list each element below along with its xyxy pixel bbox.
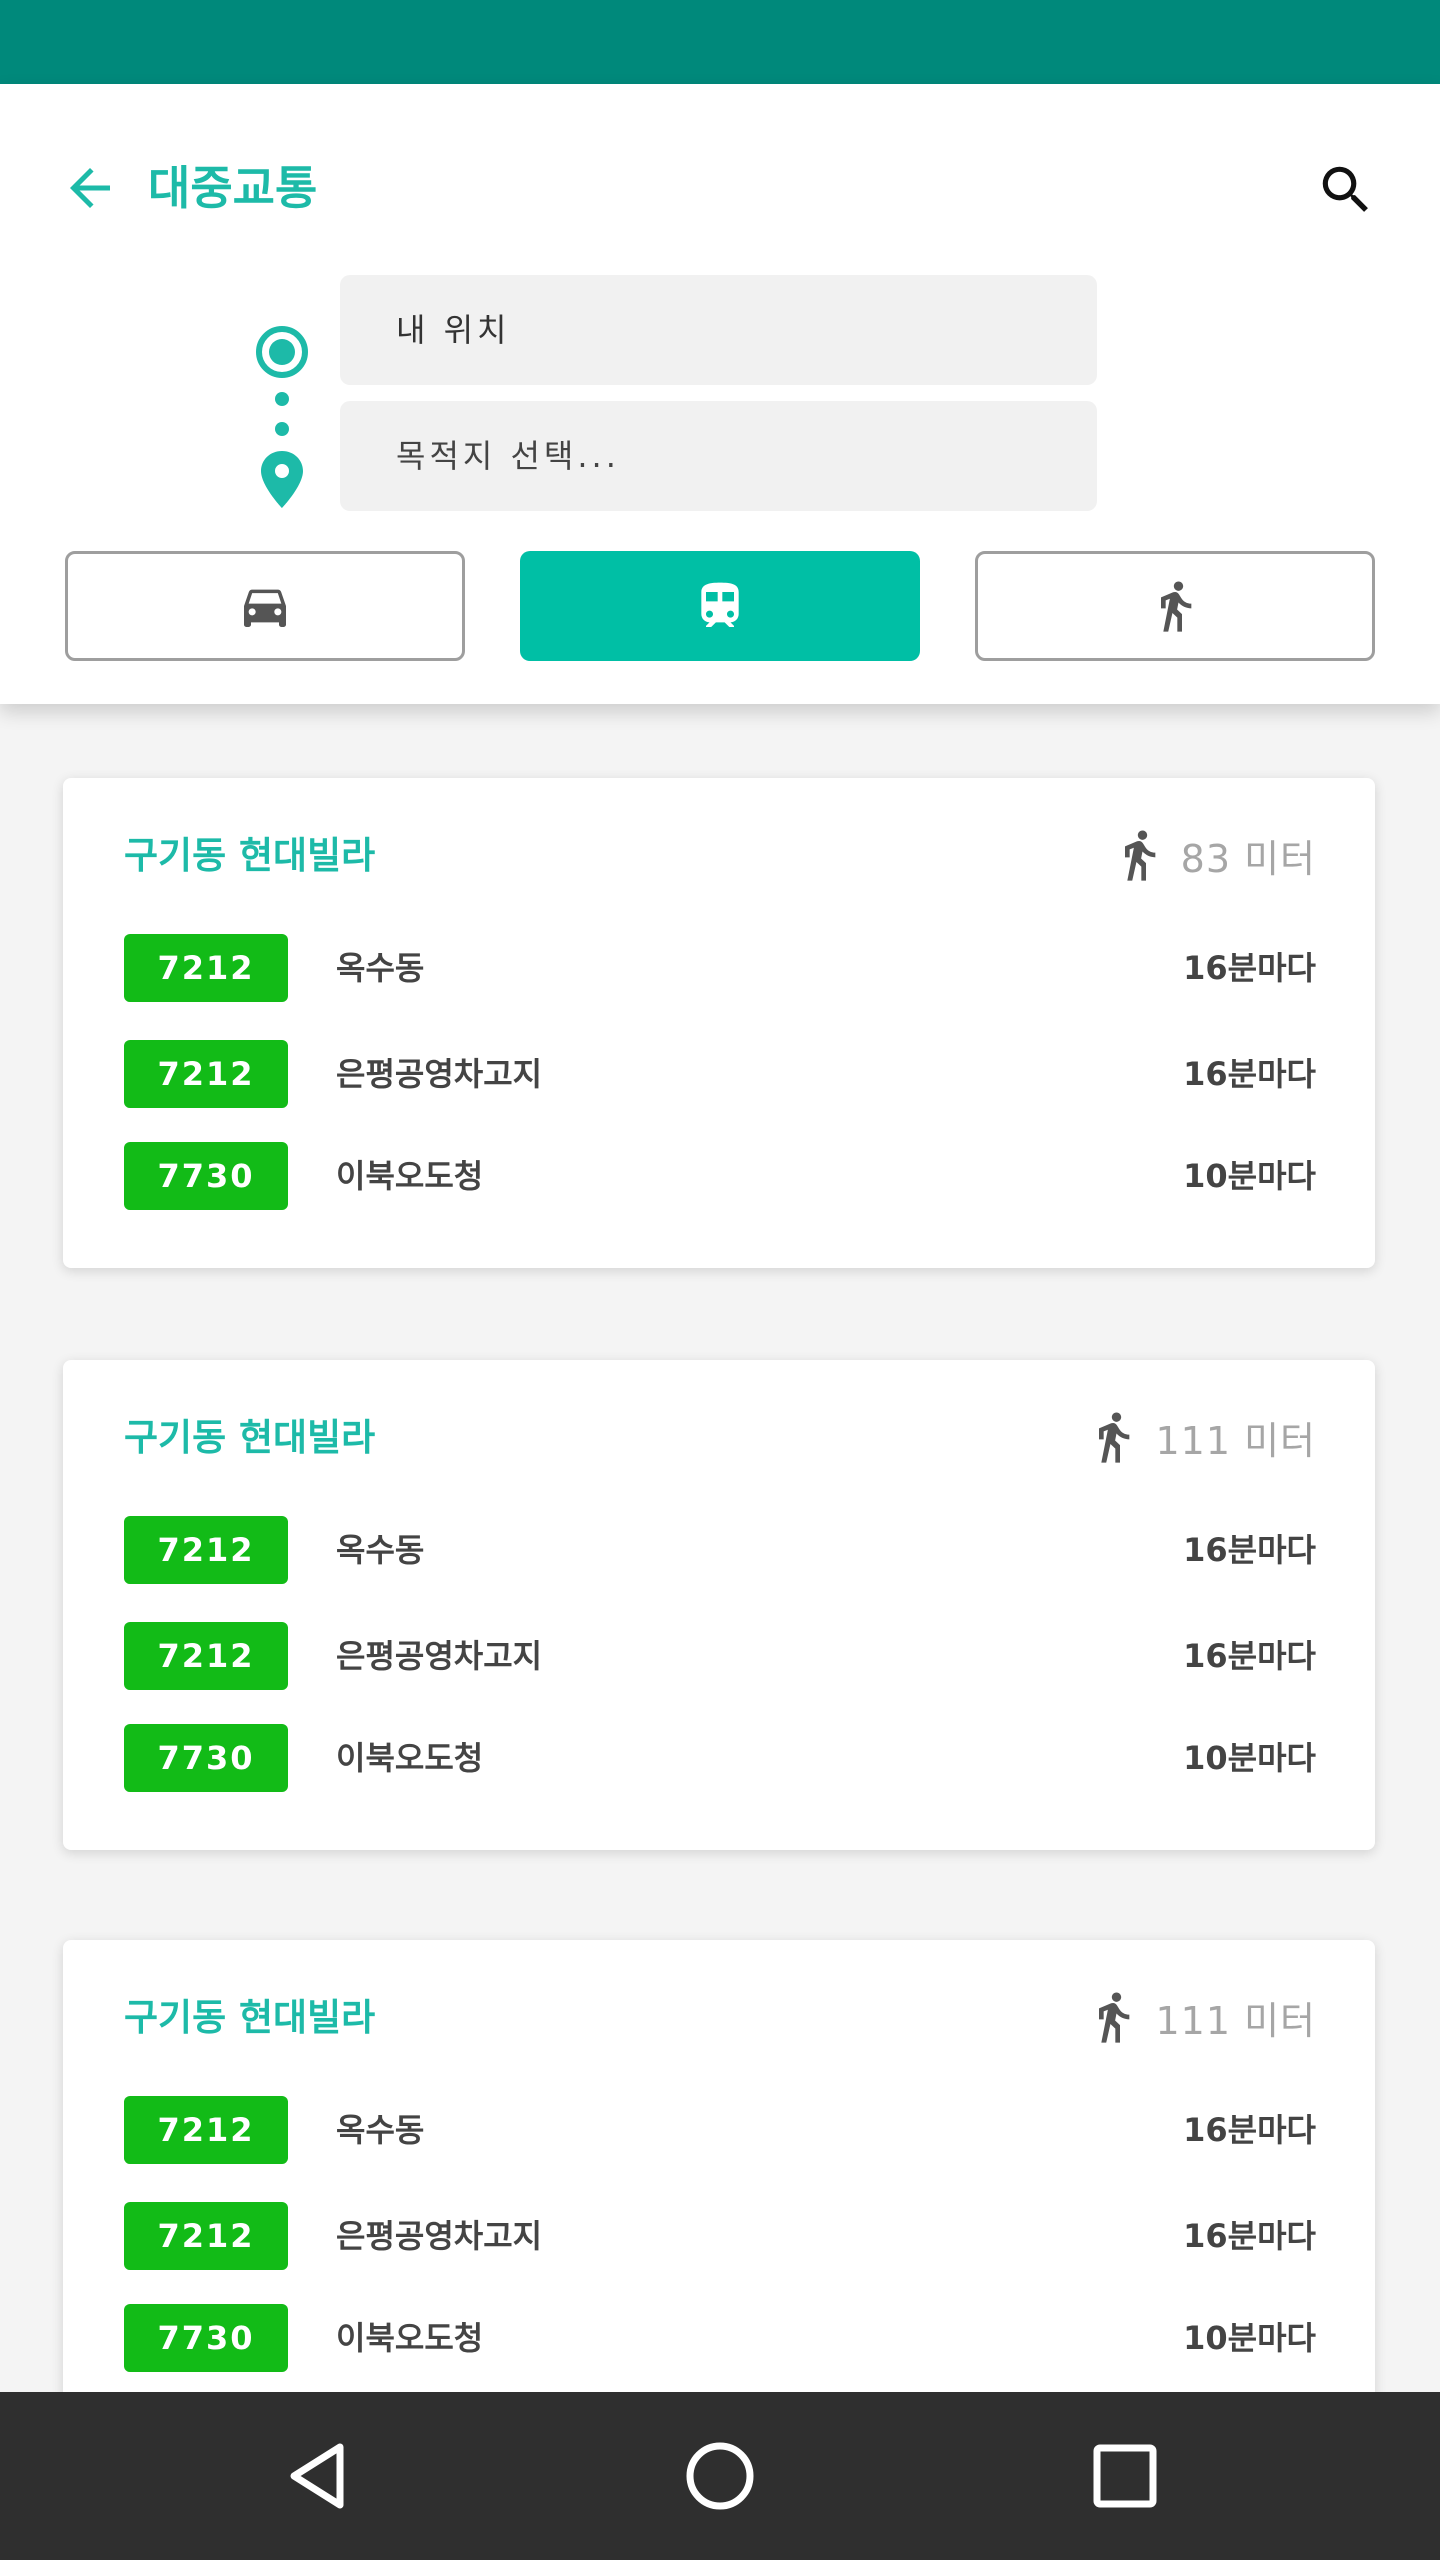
route-row[interactable]: 7212 옥수동 16분마다 xyxy=(124,1516,1316,1584)
nav-back-icon xyxy=(290,2443,344,2509)
stop-distance: 83 미터 xyxy=(1111,822,1316,888)
route-frequency: 16분마다 xyxy=(1183,2217,1316,2255)
route-destination: 이북오도청 xyxy=(336,1157,484,1195)
route-frequency: 16분마다 xyxy=(1183,1637,1316,1675)
origin-input[interactable]: 내 위치 xyxy=(340,275,1097,385)
nav-recents-button[interactable] xyxy=(1075,2426,1175,2526)
bus-number-badge: 7212 xyxy=(124,1040,288,1108)
nav-home-button[interactable] xyxy=(670,2426,770,2526)
route-row[interactable]: 7212 은평공영차고지 16분마다 xyxy=(124,1040,1316,1108)
route-destination: 은평공영차고지 xyxy=(336,2217,543,2255)
search-icon xyxy=(1322,166,1368,212)
bus-number-badge: 7212 xyxy=(124,934,288,1002)
app-header: 대중교통 내 위치 목적지 선택... xyxy=(0,84,1440,704)
walk-icon xyxy=(1099,1412,1130,1463)
nav-back-button[interactable] xyxy=(267,2426,367,2526)
route-destination: 은평공영차고지 xyxy=(336,1055,543,1093)
stop-name: 구기동 현대빌라 xyxy=(124,834,376,877)
walk-icon xyxy=(1124,830,1155,881)
route-row[interactable]: 7730 이북오도청 10분마다 xyxy=(124,1142,1316,1210)
destination-input[interactable]: 목적지 선택... xyxy=(340,401,1097,511)
route-destination: 옥수동 xyxy=(336,2111,425,2149)
route-frequency: 16분마다 xyxy=(1183,949,1316,987)
origin-icon xyxy=(256,326,308,378)
route-row[interactable]: 7212 은평공영차고지 16분마다 xyxy=(124,2202,1316,2270)
arrow-left-icon xyxy=(70,168,110,208)
bus-number-badge: 7730 xyxy=(124,1724,288,1792)
stop-card[interactable]: 구기동 현대빌라 111 미터 7212 옥수동 16분마다 7212 은평공영차고지 16분… xyxy=(63,1360,1375,1850)
route-dot-icon xyxy=(275,422,289,436)
distance-text: 111 미터 xyxy=(1155,1418,1316,1463)
system-nav-bar xyxy=(0,2392,1440,2560)
back-button[interactable] xyxy=(54,152,126,224)
stop-card[interactable]: 구기동 현대빌라 111 미터 7212 옥수동 16분마다 7212 은평공영차고지 16분… xyxy=(63,1940,1375,2430)
route-row[interactable]: 7212 은평공영차고지 16분마다 xyxy=(124,1622,1316,1690)
bus-number-badge: 7212 xyxy=(124,1516,288,1584)
stop-distance: 111 미터 xyxy=(1085,1984,1316,2050)
route-destination: 옥수동 xyxy=(336,1531,425,1569)
route-frequency: 16분마다 xyxy=(1183,1055,1316,1093)
route-frequency: 10분마다 xyxy=(1183,2319,1316,2357)
distance-text: 111 미터 xyxy=(1155,1998,1316,2043)
bus-number-badge: 7730 xyxy=(124,2304,288,2372)
status-bar xyxy=(0,0,1440,84)
bus-number-badge: 7212 xyxy=(124,2202,288,2270)
route-frequency: 16분마다 xyxy=(1183,1531,1316,1569)
route-row[interactable]: 7730 이북오도청 10분마다 xyxy=(124,2304,1316,2372)
route-frequency: 16분마다 xyxy=(1183,2111,1316,2149)
page-title: 대중교통 xyxy=(148,161,318,215)
nav-home-icon xyxy=(686,2442,754,2510)
mode-car-button[interactable] xyxy=(65,551,465,661)
mode-transit-button[interactable] xyxy=(520,551,920,661)
search-button[interactable] xyxy=(1310,154,1382,226)
walk-icon xyxy=(1161,581,1192,632)
mode-walk-button[interactable] xyxy=(975,551,1375,661)
route-destination: 이북오도청 xyxy=(336,1739,484,1777)
route-frequency: 10분마다 xyxy=(1183,1739,1316,1777)
location-pin-icon xyxy=(261,451,303,508)
stop-card[interactable]: 구기동 현대빌라 83 미터 7212 옥수동 16분마다 7212 은평공영차고지 16분마… xyxy=(63,778,1375,1268)
route-dot-icon xyxy=(275,392,289,406)
route-destination: 옥수동 xyxy=(336,949,425,987)
stop-name: 구기동 현대빌라 xyxy=(124,1996,376,2039)
train-icon xyxy=(701,582,739,627)
route-destination: 은평공영차고지 xyxy=(336,1637,543,1675)
stop-name: 구기동 현대빌라 xyxy=(124,1416,376,1459)
route-row[interactable]: 7730 이북오도청 10분마다 xyxy=(124,1724,1316,1792)
route-row[interactable]: 7212 옥수동 16분마다 xyxy=(124,2096,1316,2164)
bus-number-badge: 7212 xyxy=(124,2096,288,2164)
bus-number-badge: 7730 xyxy=(124,1142,288,1210)
bus-number-badge: 7212 xyxy=(124,1622,288,1690)
route-indicator xyxy=(256,326,308,508)
stop-distance: 111 미터 xyxy=(1085,1404,1316,1470)
route-destination: 이북오도청 xyxy=(336,2319,484,2357)
route-row[interactable]: 7212 옥수동 16분마다 xyxy=(124,934,1316,1002)
walk-icon xyxy=(1099,1992,1130,2043)
car-icon xyxy=(244,589,286,627)
nav-recents-icon xyxy=(1093,2444,1157,2508)
distance-text: 83 미터 xyxy=(1180,836,1316,881)
route-frequency: 10분마다 xyxy=(1183,1157,1316,1195)
